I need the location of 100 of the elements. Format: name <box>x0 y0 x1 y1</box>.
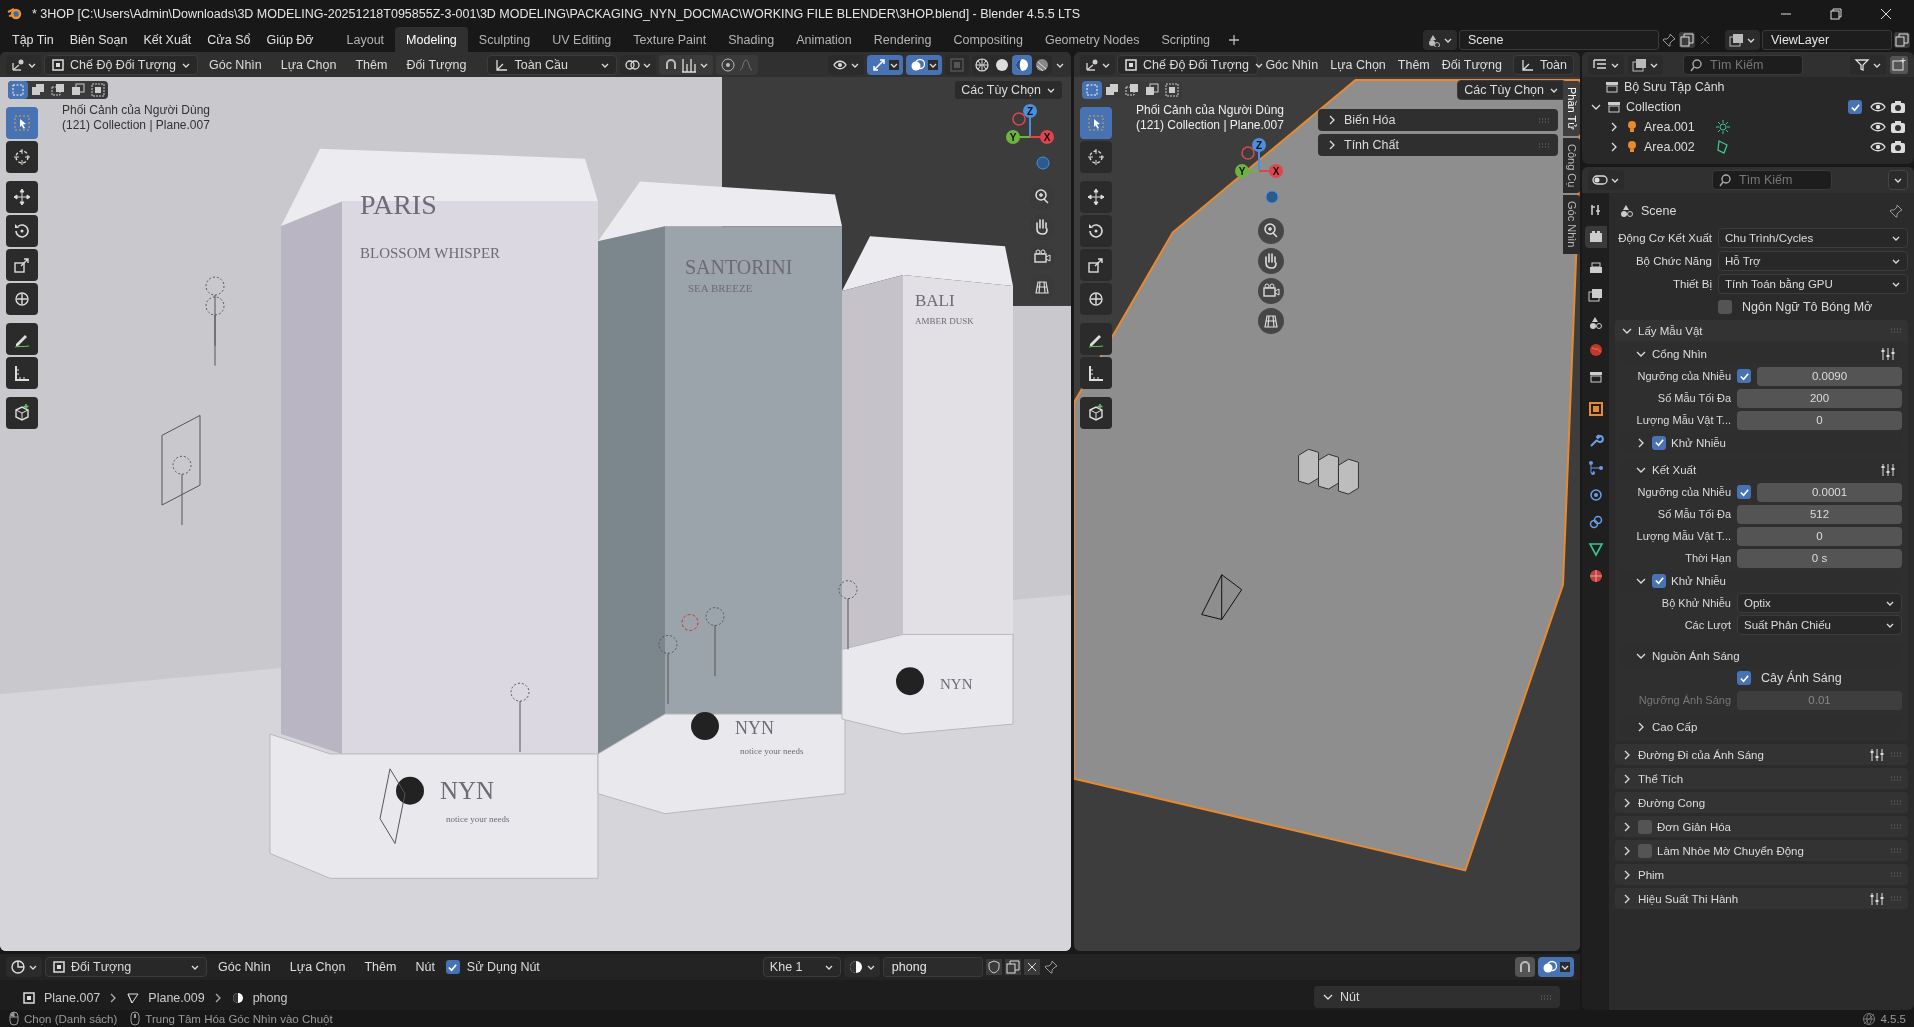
field-label: Số Mẫu Tối Đa <box>1656 392 1731 404</box>
panel-title: Đường Đi của Ánh Sáng <box>1638 748 1764 761</box>
orientation-dropdown[interactable]: Toàn Cầu <box>487 54 618 75</box>
field-label: Lượng Mẫu Vật T... <box>1635 530 1731 542</box>
brand-name: NYN <box>735 718 774 738</box>
sidebar-panel-header[interactable]: Tính Chất <box>1318 134 1558 156</box>
dropdown[interactable]: Tính Toán bằng GPU <box>1718 274 1908 294</box>
menu-item[interactable]: Thêm <box>1392 55 1435 74</box>
workspace-tab[interactable]: Sculpting <box>467 27 542 52</box>
workspace-tab[interactable]: Compositing <box>942 27 1034 52</box>
axis-label: Z <box>1255 140 1263 151</box>
outliner-row[interactable]: Area.001 <box>1582 117 1914 137</box>
number-field[interactable]: 0 s <box>1737 548 1902 568</box>
sidebar-panel-header[interactable]: Biến Hóa <box>1318 109 1558 131</box>
breadcrumb-item: Plane.007 <box>44 991 101 1005</box>
menu-item[interactable]: Góc Nhìn <box>210 958 279 976</box>
material-name-field[interactable]: phong <box>882 957 983 977</box>
menu-item[interactable]: Thêm <box>356 958 405 976</box>
dropdown[interactable]: Chu Trình/Cycles <box>1718 228 1908 248</box>
view-info-label: (121) Collection | Plane.007 <box>1136 118 1284 133</box>
panel-header[interactable]: Hiệu Suất Thi Hành <box>1615 888 1908 909</box>
menu-item[interactable]: Góc Nhìn <box>200 55 270 74</box>
options-dropdown[interactable]: Các Tùy Chọn <box>954 80 1063 100</box>
workspace-tab[interactable]: Layout <box>335 27 396 52</box>
panel-header[interactable]: Kết Xuất <box>1621 459 1902 480</box>
view-layer-name-field[interactable]: ViewLayer <box>1762 29 1892 50</box>
menu-item[interactable]: Tập Tin <box>4 29 62 50</box>
window-title: * 3HOP [C:\Users\Admin\Downloads\3D MODELING-20251218T095855Z-3-001\3D MODELING\PACKAGING_NYN_DOCMAC\WORKING FILE BLENDER\3HOP.blend] - Blender 4.5.5 LTS <box>32 6 1081 21</box>
menu-item[interactable]: Thêm <box>347 55 396 74</box>
box-title: PARIS <box>360 189 437 221</box>
workspace-tab[interactable]: Animation <box>785 27 863 52</box>
slot-dropdown[interactable]: Khe 1 <box>762 957 841 977</box>
menu-item[interactable]: Cửa Sổ <box>199 29 259 50</box>
menu-item[interactable]: Kết Xuất <box>135 29 200 50</box>
search-field[interactable]: Tìm Kiếm <box>1712 170 1832 190</box>
axis-label: Y <box>1009 132 1017 143</box>
field-label: Số Mẫu Tối Đa <box>1656 508 1731 520</box>
panel-title: Lấy Mẫu Vật <box>1638 324 1703 337</box>
menu-item[interactable]: Đối Tượng <box>398 55 475 74</box>
axis-label: Z <box>1026 106 1034 117</box>
panel-header[interactable]: Làm Nhòe Mờ Chuyển Động <box>1615 840 1908 861</box>
workspace-tab[interactable]: Modeling <box>395 27 468 52</box>
menu-item[interactable]: Lựa Chọn <box>1325 55 1391 74</box>
menu-item[interactable]: Nút <box>407 958 443 976</box>
panel-header[interactable]: Đơn Giản Hóa <box>1615 816 1908 837</box>
dropdown[interactable]: Suất Phản Chiếu <box>1737 615 1902 635</box>
outliner-row[interactable]: Bộ Sưu Tập Cảnh <box>1582 77 1914 97</box>
workspace-tab[interactable]: Geometry Nodes <box>1033 27 1151 52</box>
panel-header[interactable]: Đường Đi của Ánh Sáng <box>1615 744 1908 765</box>
search-input[interactable]: Tìm Kiếm <box>1710 56 1800 73</box>
panel-header[interactable]: Cao Cấp <box>1621 716 1902 737</box>
workspace-tab[interactable]: Shading <box>717 27 786 52</box>
outliner-row[interactable]: Area.002 <box>1582 137 1914 157</box>
number-field[interactable]: 0 <box>1737 410 1902 430</box>
dropdown[interactable]: Optix <box>1737 593 1902 613</box>
workspace-tab[interactable]: Scripting <box>1150 27 1222 52</box>
workspace-tab[interactable]: Texture Paint <box>622 27 718 52</box>
sidebar-tab[interactable]: Góc Nhìn <box>1563 195 1580 254</box>
sidebar-tab[interactable]: Công Cụ <box>1563 137 1580 194</box>
box-title: BALI <box>915 291 955 310</box>
number-field[interactable]: 0 <box>1737 526 1902 546</box>
options-dropdown[interactable]: Các Tùy Chọn <box>1457 80 1566 100</box>
panel-title: Nút <box>1340 990 1361 1004</box>
menu-item[interactable]: Đối Tượng <box>1436 55 1507 74</box>
panel-header[interactable]: Phim <box>1615 864 1908 885</box>
number-field[interactable]: 0.0001 <box>1757 482 1902 502</box>
search-input[interactable]: Tìm Kiếm <box>1739 172 1829 188</box>
mode-dropdown[interactable]: Chế Độ Đối Tượng <box>44 54 198 75</box>
checkbox-label: Ngôn Ngữ Tô Bóng Mở <box>1742 300 1873 314</box>
field-label: Bộ Khử Nhiễu <box>1660 597 1731 609</box>
panel-title: Làm Nhòe Mờ Chuyển Động <box>1657 844 1804 857</box>
menu-item[interactable]: Góc Nhìn <box>1260 55 1324 74</box>
number-field[interactable]: 0.0090 <box>1757 366 1902 386</box>
orientation-dropdown[interactable]: Toàn <box>1512 54 1574 75</box>
panel-header[interactable]: Khử Nhiễu <box>1621 570 1902 591</box>
dropdown[interactable]: Hỗ Trợ <box>1718 251 1908 271</box>
scene-name-field[interactable]: Scene <box>1459 29 1659 50</box>
box-subtitle: AMBER DUSK <box>915 315 974 326</box>
field-label: Thiết Bị <box>1672 278 1712 290</box>
axis-label: Y <box>1238 166 1246 177</box>
panel-header[interactable]: Lấy Mẫu Vật <box>1615 320 1908 341</box>
sidebar-tab[interactable]: Phần Tử <box>1563 81 1580 136</box>
workspace-tab[interactable]: Rendering <box>862 27 943 52</box>
number-field[interactable]: 200 <box>1737 388 1902 408</box>
data-type-dropdown[interactable]: Đối Tượng <box>45 957 207 977</box>
menu-item[interactable]: Giúp Đỡ <box>258 29 322 50</box>
outliner-row[interactable]: Collection <box>1582 97 1914 117</box>
panel-header[interactable]: Khử Nhiễu <box>1621 432 1902 453</box>
panel-header[interactable]: Nguồn Ánh Sáng <box>1621 645 1902 666</box>
menu-item[interactable]: Biên Soạn <box>61 29 136 50</box>
workspace-tab[interactable]: UV Editing <box>541 27 623 52</box>
menu-item[interactable]: Lựa Chọn <box>281 958 354 976</box>
sidebar-panel-header[interactable]: Nút <box>1314 986 1560 1008</box>
number-field[interactable]: 512 <box>1737 504 1902 524</box>
panel-header[interactable]: Thể Tích <box>1615 768 1908 789</box>
menu-item[interactable]: Lựa Chọn <box>272 55 345 74</box>
search-field[interactable]: Tìm Kiếm <box>1683 54 1803 75</box>
panel-header[interactable]: Đường Cong <box>1615 792 1908 813</box>
panel-header[interactable]: Cổng Nhìn <box>1621 343 1902 364</box>
brand-name: NYN <box>440 776 495 804</box>
